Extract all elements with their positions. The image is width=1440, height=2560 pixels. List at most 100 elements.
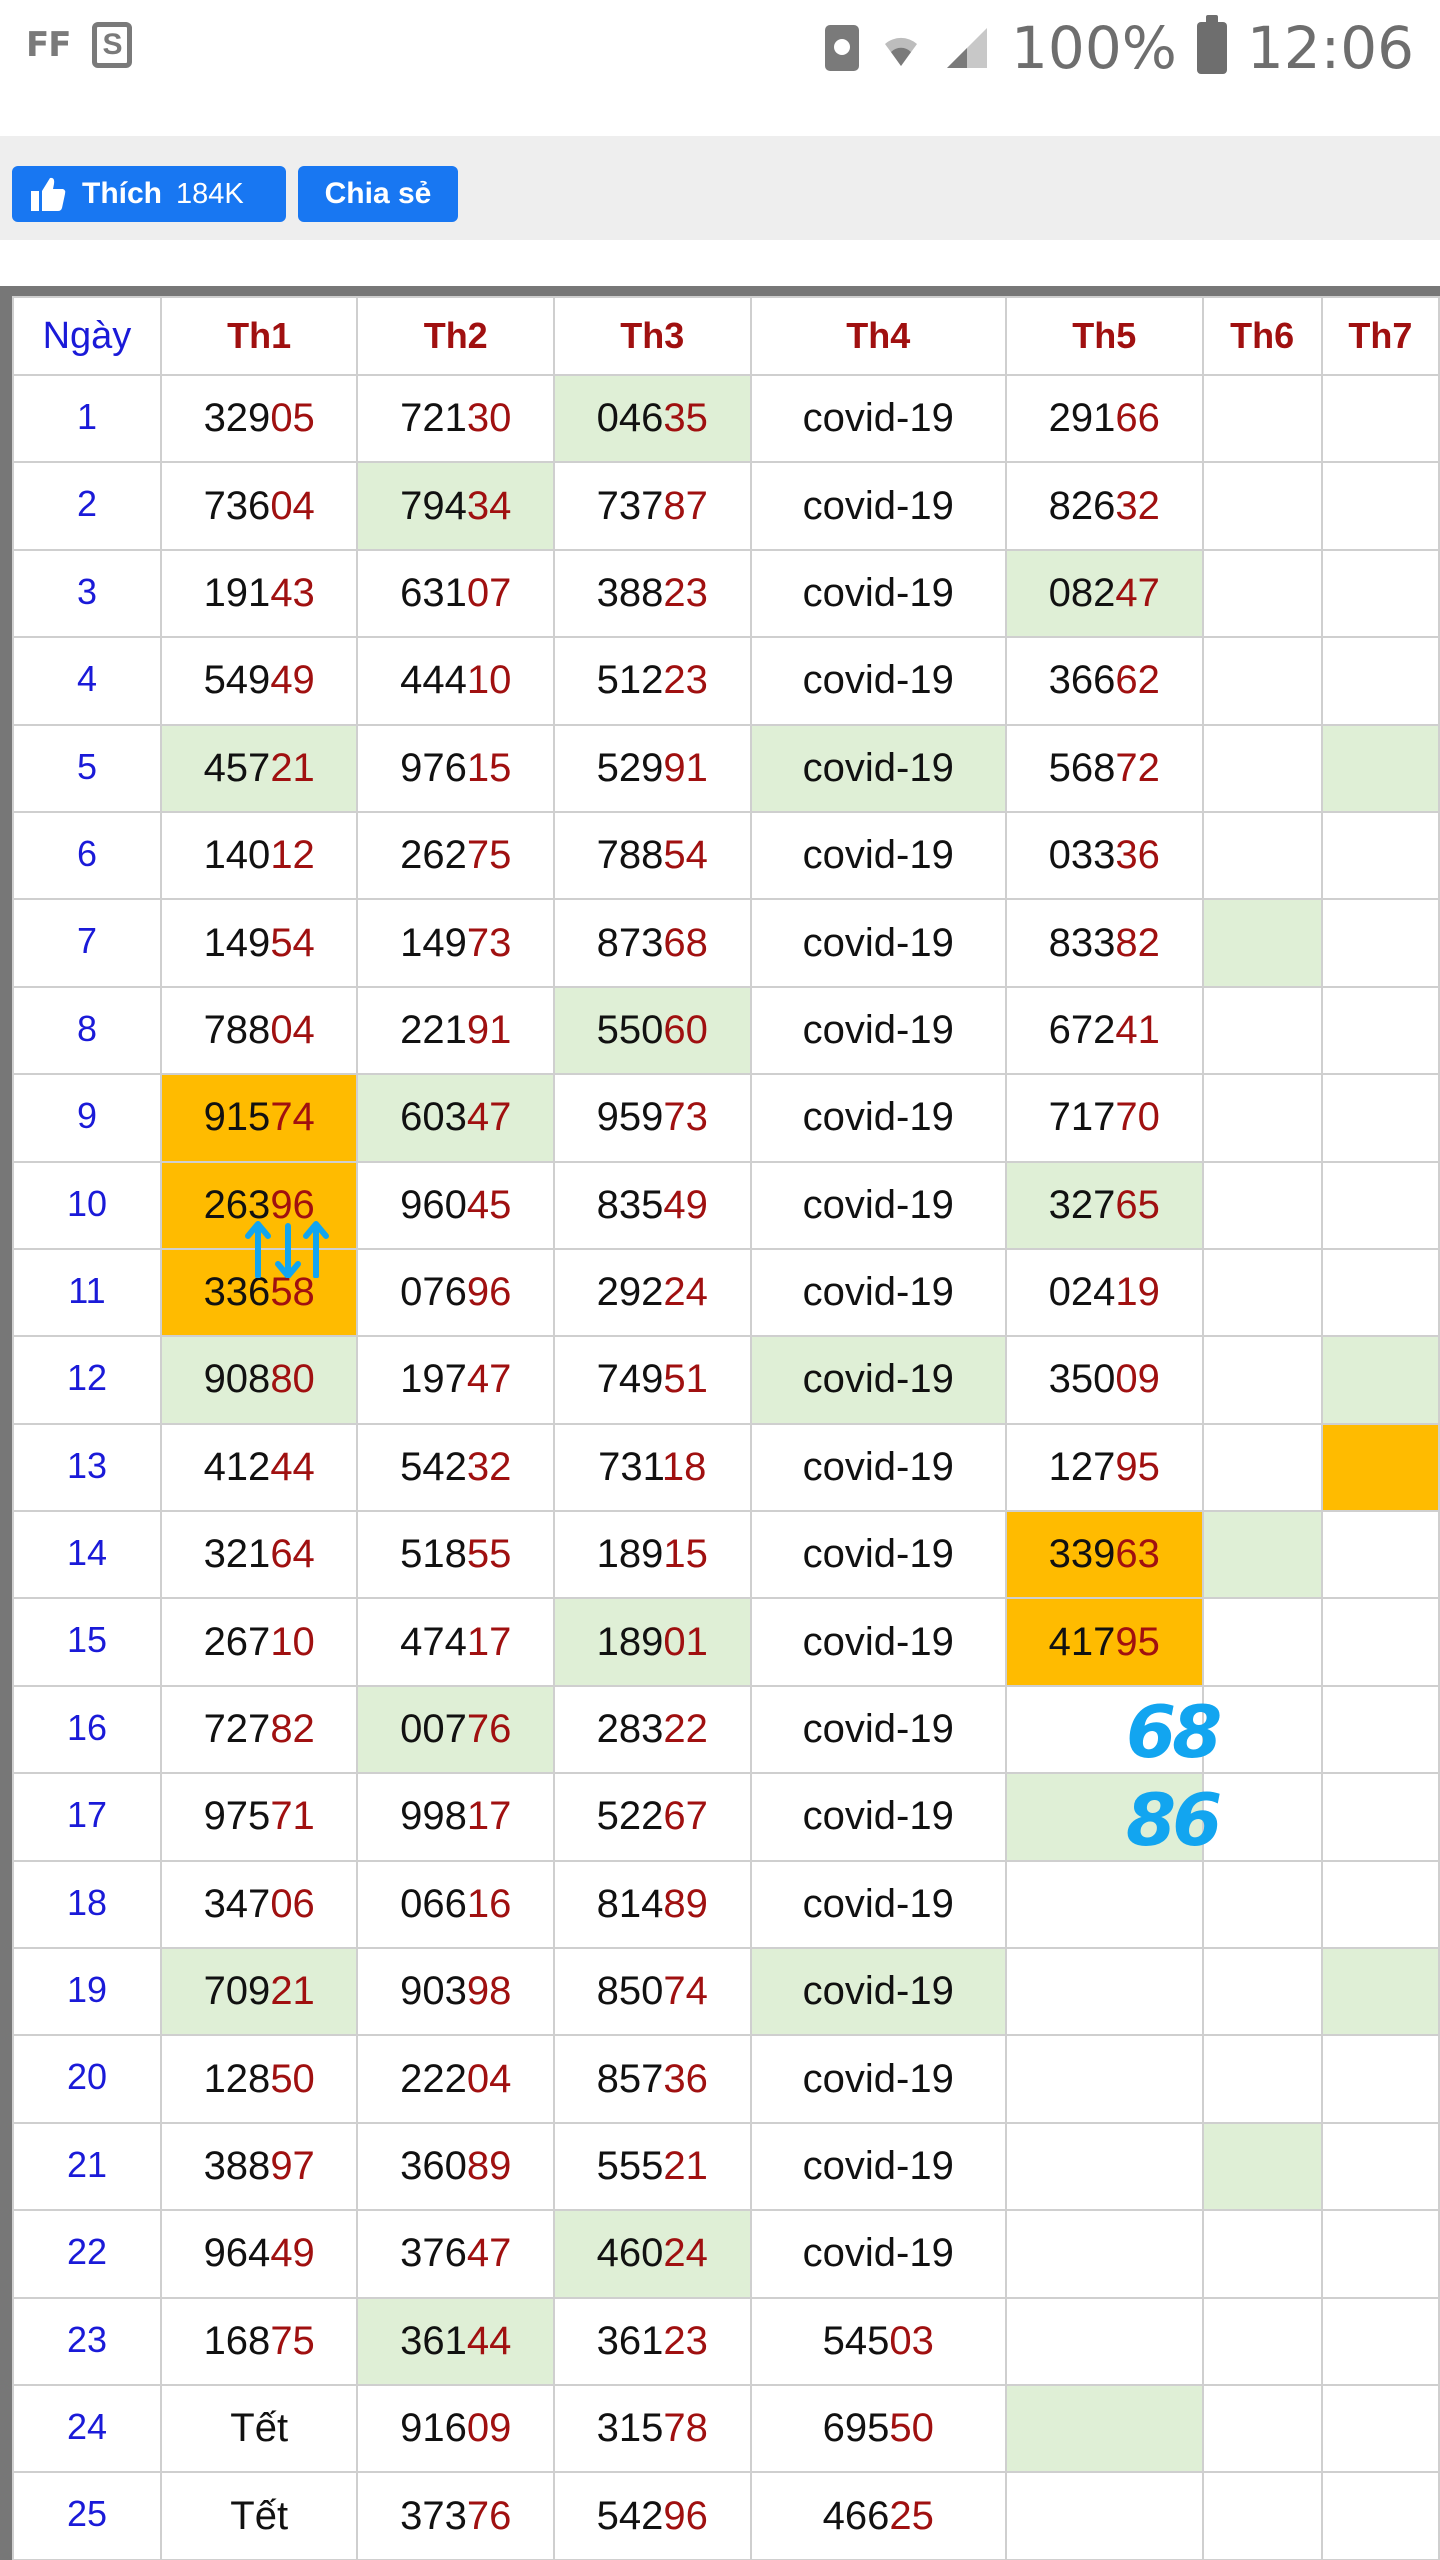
result-prefix: 127: [1048, 1444, 1116, 1489]
result-prefix: 128: [203, 2056, 271, 2101]
column-header-th4: Th4: [749, 296, 1008, 376]
day-number: 25: [12, 2471, 162, 2560]
day-number: 20: [12, 2034, 162, 2124]
result-prefix: 267: [203, 1619, 271, 1664]
lottery-table-container[interactable]: Ngày Th1 Th2 Th3 Th4 Th5 Th6 Th7 1 32905 72130 046…: [0, 286, 1440, 2560]
result-cell: Tết: [159, 2471, 359, 2560]
result-prefix: 140: [203, 833, 271, 878]
result-cell: covid-19: [749, 1859, 1008, 1950]
result-last-two-digits: 70: [1115, 1095, 1160, 1140]
result-cell: [1201, 1597, 1323, 1687]
result-cell: [1320, 2034, 1440, 2124]
day-number: 7: [12, 898, 162, 988]
result-cell: covid-19: [749, 985, 1008, 1076]
day-number: 11: [12, 1247, 162, 1338]
result-prefix: 788: [596, 833, 664, 878]
day-number: 5: [12, 723, 162, 813]
result-last-two-digits: 71: [270, 1794, 315, 1839]
result-prefix: 522: [596, 1794, 664, 1839]
signal-icon: [947, 28, 988, 68]
result-prefix: 915: [203, 1095, 271, 1140]
result-cell: [1201, 1160, 1323, 1250]
result-cell: 29224: [552, 1247, 752, 1338]
result-cell: covid-19: [749, 1073, 1008, 1163]
result-cell: covid-19: [749, 1247, 1008, 1338]
result-prefix: 262: [400, 833, 467, 878]
result-prefix: 412: [203, 1444, 271, 1489]
result-cell: [1320, 985, 1440, 1076]
result-cell: covid-19: [749, 1597, 1008, 1687]
result-cell: 55521: [552, 2121, 752, 2212]
result-cell: 70921: [159, 1947, 359, 2037]
result-prefix: 376: [400, 2231, 467, 2276]
result-cell: 72130: [356, 373, 555, 464]
result-prefix: 545: [822, 2318, 890, 2363]
result-prefix: covid-19: [802, 658, 954, 703]
result-prefix: 221: [400, 1007, 467, 1052]
day-number: 12: [12, 1335, 162, 1425]
result-cell: [1201, 1772, 1323, 1862]
result-cell: [1201, 2471, 1323, 2560]
result-cell: 71770: [1005, 1073, 1204, 1163]
result-last-two-digits: 63: [1115, 1532, 1160, 1577]
table-row: 2 73604 79434 73787 covid-19 82632: [12, 461, 1440, 551]
result-cell: covid-19: [749, 548, 1008, 639]
facebook-like-button[interactable]: Thích 184K: [12, 166, 286, 222]
result-cell: 36089: [356, 2121, 555, 2212]
result-prefix: 916: [400, 2406, 467, 2451]
result-prefix: covid-19: [802, 2144, 954, 2188]
result-cell: covid-19: [749, 1422, 1008, 1513]
result-prefix: 076: [400, 1270, 467, 1315]
table-header-row: Ngày Th1 Th2 Th3 Th4 Th5 Th6 Th7: [12, 296, 1440, 376]
result-cell: 00776: [356, 1684, 555, 1775]
battery-saver-icon: [825, 25, 860, 71]
result-cell: [1320, 1335, 1440, 1425]
result-cell: 54296: [552, 2471, 752, 2560]
result-cell: 26396: [159, 1160, 359, 1250]
result-prefix: 388: [203, 2144, 271, 2188]
result-cell: 79434: [356, 461, 555, 551]
result-last-two-digits: 95: [1115, 1444, 1160, 1489]
result-prefix: 292: [596, 1270, 664, 1315]
result-cell: 16875: [159, 2296, 359, 2386]
day-number: 19: [12, 1947, 162, 2037]
result-last-two-digits: 47: [466, 2231, 512, 2276]
result-prefix: covid-19: [802, 745, 954, 790]
result-last-two-digits: 76: [466, 2493, 512, 2538]
result-last-two-digits: 09: [466, 2406, 512, 2451]
result-last-two-digits: 15: [466, 745, 512, 790]
facebook-share-button[interactable]: Chia sẻ: [298, 166, 458, 222]
result-cell: [1320, 1510, 1440, 1600]
result-prefix: 549: [203, 658, 271, 703]
result-cell: [1005, 2296, 1204, 2386]
result-prefix: 197: [400, 1357, 467, 1402]
result-cell: 32765: [1005, 1160, 1204, 1250]
result-cell: [1201, 1947, 1323, 2037]
result-last-two-digits: 96: [466, 1270, 512, 1315]
result-cell: 96449: [159, 2209, 359, 2299]
result-cell: 31578: [552, 2383, 752, 2474]
result-last-two-digits: 23: [663, 2318, 708, 2363]
result-last-two-digits: 96: [663, 2493, 708, 2538]
result-prefix: Tết: [230, 2406, 289, 2451]
result-prefix: 672: [1048, 1007, 1116, 1052]
result-cell: [1320, 1947, 1440, 2037]
battery-icon: [1196, 15, 1227, 74]
result-last-two-digits: 18: [661, 1444, 707, 1489]
table-row: 20 12850 22204 85736 covid-19: [12, 2034, 1440, 2124]
result-cell: [1320, 1422, 1440, 1513]
result-cell: [1320, 723, 1440, 813]
result-last-two-digits: 16: [466, 1881, 512, 1926]
day-number: 21: [12, 2121, 162, 2212]
result-last-two-digits: 60: [663, 1007, 708, 1052]
table-row: 18 34706 06616 81489 covid-19: [12, 1859, 1440, 1950]
result-last-two-digits: 82: [270, 1707, 315, 1752]
result-cell: [1201, 1073, 1323, 1163]
result-cell: [1201, 985, 1323, 1076]
result-cell: 29166: [1005, 373, 1204, 464]
result-last-two-digits: 68: [663, 920, 708, 965]
result-cell: [1201, 2121, 1323, 2212]
day-number: 8: [12, 985, 162, 1076]
result-prefix: 550: [596, 1007, 664, 1052]
result-last-two-digits: 62: [1115, 658, 1160, 703]
